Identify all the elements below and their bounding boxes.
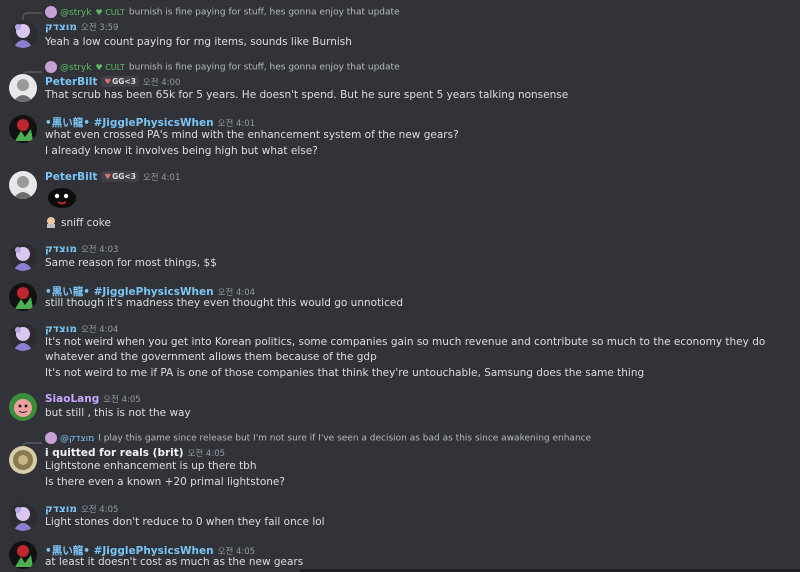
- role-badge: ♥GG<3: [101, 76, 139, 87]
- timestamp: 오전 4:00: [142, 78, 181, 88]
- message-text: I already know it involves being high bu…: [45, 145, 318, 157]
- username[interactable]: i quitted for reals (brit): [45, 447, 184, 459]
- timestamp: 오전 4:04: [80, 325, 119, 335]
- avatar[interactable]: [9, 503, 37, 531]
- message-text: still though it's madness they even thou…: [45, 297, 403, 309]
- message-text: Yeah a low count paying for rng items, s…: [45, 36, 352, 48]
- message-header: מוצדק 오전 4:03: [45, 243, 118, 255]
- message-header: מוצדק 오전 4:05: [45, 503, 118, 515]
- heart-icon: ♥: [104, 77, 112, 86]
- timestamp: 오전 4:05: [187, 449, 226, 459]
- avatar[interactable]: [9, 446, 37, 474]
- timestamp: 오전 4:01: [142, 173, 181, 183]
- message-header: SiaoLang 오전 4:05: [45, 393, 141, 405]
- username[interactable]: PeterBilt: [45, 171, 97, 183]
- black-blob-emoji[interactable]: [45, 185, 79, 212]
- avatar[interactable]: [9, 393, 37, 421]
- reply-username[interactable]: @stryk: [60, 8, 91, 18]
- message-header: מוצדק 오전 3:59: [45, 21, 118, 33]
- message-text: but still , this is not the way: [45, 407, 191, 419]
- reply-role-tag: CULT: [105, 7, 125, 17]
- message-text: Is there even a known +20 primal lightst…: [45, 476, 285, 488]
- message-text: sniff coke: [61, 217, 111, 229]
- reply-text: burnish is fine paying for stuff, hes go…: [128, 7, 400, 18]
- username[interactable]: מוצדק: [45, 503, 77, 515]
- reply-avatar: [45, 432, 57, 444]
- timestamp: 오전 3:59: [80, 23, 119, 33]
- username[interactable]: PeterBilt: [45, 76, 97, 88]
- avatar[interactable]: [9, 541, 37, 569]
- message-header: i quitted for reals (brit) 오전 4:05: [45, 447, 225, 459]
- avatar[interactable]: [9, 323, 37, 351]
- message-text: That scrub has been 65k for 5 years. He …: [45, 89, 569, 101]
- shield-icon: ♥: [95, 62, 106, 72]
- message-header: PeterBilt ♥GG<3 오전 4:00: [45, 76, 180, 88]
- timestamp: 오전 4:05: [103, 395, 141, 405]
- reply-role-tag: CULT: [105, 62, 125, 72]
- reply-avatar: [45, 6, 57, 18]
- message-text: Same reason for most things, $$: [45, 257, 217, 269]
- username[interactable]: מוצדק: [45, 21, 77, 33]
- message-text: Light stones don't reduce to 0 when they…: [45, 516, 325, 528]
- reply-text: I play this game since release but I'm n…: [98, 433, 592, 444]
- shield-icon: ♥: [95, 7, 106, 17]
- message-header: PeterBilt ♥GG<3 오전 4:01: [45, 171, 180, 183]
- message-text: at least it doesn't cost as much as the …: [45, 556, 304, 568]
- avatar[interactable]: [9, 243, 37, 271]
- reply-username[interactable]: @מוצדק: [60, 434, 94, 444]
- reply-avatar: [45, 61, 57, 73]
- heart-icon: ♥: [104, 172, 112, 181]
- message-text: what even crossed PA's mind with the enh…: [45, 129, 459, 141]
- username[interactable]: מוצדק: [45, 323, 77, 335]
- username[interactable]: •黒い龍• #JigglePhysicsWhen: [45, 117, 214, 129]
- reply-text: burnish is fine paying for stuff, hes go…: [128, 62, 400, 73]
- reply-username[interactable]: @stryk: [60, 63, 91, 73]
- message-header: •黒い龍• #JigglePhysicsWhen 오전 4:01: [45, 115, 255, 130]
- username[interactable]: SiaoLang: [45, 393, 99, 405]
- timestamp: 오전 4:03: [80, 245, 119, 255]
- message-text: It's not weird to me if PA is one of tho…: [45, 367, 645, 379]
- reply-preview[interactable]: @מוצדק I play this game since release but…: [45, 432, 591, 444]
- avatar[interactable]: [9, 20, 37, 48]
- timestamp: 오전 4:05: [80, 505, 119, 515]
- avatar[interactable]: [9, 171, 37, 199]
- username[interactable]: מוצדק: [45, 243, 77, 255]
- avatar[interactable]: [9, 283, 37, 311]
- role-badge: ♥GG<3: [101, 171, 139, 182]
- timestamp: 오전 4:01: [217, 119, 256, 129]
- message-header: מוצדק 오전 4:04: [45, 323, 118, 335]
- message-text: It's not weird when you get into Korean …: [45, 336, 766, 363]
- emoji-icon: [45, 216, 57, 231]
- avatar[interactable]: [9, 115, 37, 143]
- avatar[interactable]: [9, 74, 37, 102]
- reply-preview[interactable]: @stryk ♥ CULT burnish is fine paying for s…: [45, 6, 400, 18]
- message-text: Lightstone enhancement is up there tbh: [45, 460, 257, 472]
- reply-preview[interactable]: @stryk ♥ CULT burnish is fine paying for s…: [45, 61, 400, 73]
